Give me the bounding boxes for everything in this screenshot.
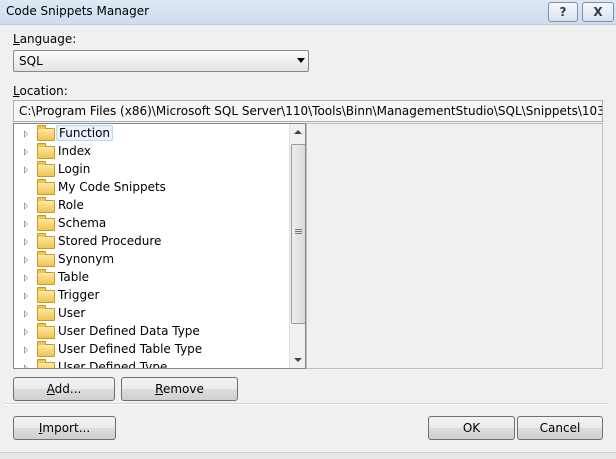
scroll-thumb[interactable] xyxy=(291,144,305,324)
tree-item[interactable]: Synonym xyxy=(14,250,289,268)
import-button[interactable]: Import... xyxy=(13,416,116,440)
expand-arrow-icon[interactable] xyxy=(24,148,28,156)
add-button[interactable]: Add... xyxy=(13,377,115,401)
expand-arrow-icon[interactable] xyxy=(24,274,28,282)
folder-icon xyxy=(37,161,55,177)
expand-arrow-icon[interactable] xyxy=(24,220,28,228)
tree-item-label: User xyxy=(58,306,86,320)
chevron-down-icon xyxy=(297,58,305,63)
folder-icon xyxy=(37,143,55,159)
cancel-button[interactable]: Cancel xyxy=(517,416,603,440)
expand-arrow-icon[interactable] xyxy=(24,256,28,264)
folder-icon xyxy=(37,359,55,368)
expand-arrow-icon[interactable] xyxy=(24,346,28,354)
tree-list: Function Index Login My Code Snippets Role Sc… xyxy=(14,124,289,369)
close-button[interactable]: X xyxy=(582,2,614,22)
tree-item[interactable]: User Defined Data Type xyxy=(14,322,289,340)
expand-arrow-icon[interactable] xyxy=(24,292,28,300)
language-value: SQL xyxy=(19,54,43,68)
tree-item-label: Role xyxy=(58,198,84,212)
help-button[interactable]: ? xyxy=(548,2,578,22)
tree-item-label: User Defined Data Type xyxy=(58,324,200,338)
expand-arrow-icon[interactable] xyxy=(24,238,28,246)
language-label: Language: xyxy=(13,32,77,46)
language-select[interactable]: SQL xyxy=(13,50,309,72)
tree-item[interactable]: User xyxy=(14,304,289,322)
expand-arrow-icon[interactable] xyxy=(24,130,28,138)
scroll-up-icon[interactable] xyxy=(290,124,305,140)
title-bar[interactable]: Code Snippets Manager ? X xyxy=(0,0,616,25)
folder-icon xyxy=(37,269,55,285)
remove-button[interactable]: Remove xyxy=(121,377,238,401)
expand-arrow-icon[interactable] xyxy=(24,202,28,210)
tree-item-label: Trigger xyxy=(58,288,100,302)
description-panel xyxy=(306,123,603,369)
folder-icon xyxy=(37,323,55,339)
tree-item[interactable]: Trigger xyxy=(14,286,289,304)
folder-icon xyxy=(37,233,55,249)
tree-item-label: Stored Procedure xyxy=(58,234,162,248)
folder-icon xyxy=(37,251,55,267)
tree-scrollbar[interactable] xyxy=(289,124,305,368)
folder-icon xyxy=(37,287,55,303)
tree-item-label: Schema xyxy=(58,216,107,230)
tree-item-label: Function xyxy=(56,125,114,141)
tree-item[interactable]: Login xyxy=(14,160,289,178)
folder-icon xyxy=(37,215,55,231)
tree-item-label: My Code Snippets xyxy=(58,180,166,194)
tree-item-label: Table xyxy=(58,270,90,284)
separator xyxy=(5,403,609,405)
expand-arrow-icon[interactable] xyxy=(24,364,28,368)
tree-item-label: User Defined Table Type xyxy=(58,342,203,356)
snippet-folder-tree[interactable]: Function Index Login My Code Snippets Role Sc… xyxy=(13,123,306,369)
window-title: Code Snippets Manager xyxy=(6,4,150,18)
location-field[interactable]: C:\Program Files (x86)\Microsoft SQL Ser… xyxy=(13,100,603,122)
folder-icon xyxy=(37,125,55,141)
folder-icon xyxy=(37,197,55,213)
tree-item[interactable]: Function xyxy=(14,124,289,142)
tree-item[interactable]: User Defined Table Type xyxy=(14,340,289,358)
folder-icon xyxy=(37,341,55,357)
tree-item[interactable]: Stored Procedure xyxy=(14,232,289,250)
location-path: C:\Program Files (x86)\Microsoft SQL Ser… xyxy=(19,104,603,118)
tree-item-label: Login xyxy=(58,162,91,176)
tree-item[interactable]: Role xyxy=(14,196,289,214)
tree-item-label: Synonym xyxy=(58,252,115,266)
tree-item[interactable]: Schema xyxy=(14,214,289,232)
tree-item-label: Index xyxy=(58,144,92,158)
tree-item[interactable]: Index xyxy=(14,142,289,160)
scroll-down-icon[interactable] xyxy=(290,352,305,368)
tree-item[interactable]: Table xyxy=(14,268,289,286)
tree-item[interactable]: My Code Snippets xyxy=(14,178,289,196)
expand-arrow-icon[interactable] xyxy=(24,166,28,174)
grip-icon xyxy=(295,229,302,230)
folder-icon xyxy=(37,305,55,321)
location-label: Location: xyxy=(13,84,68,98)
expand-arrow-icon[interactable] xyxy=(24,328,28,336)
folder-icon xyxy=(37,179,55,195)
tree-item[interactable]: User Defined Type xyxy=(14,358,289,369)
ok-button[interactable]: OK xyxy=(428,416,515,440)
expand-arrow-icon[interactable] xyxy=(24,310,28,318)
tree-item-label: User Defined Type xyxy=(58,360,168,369)
